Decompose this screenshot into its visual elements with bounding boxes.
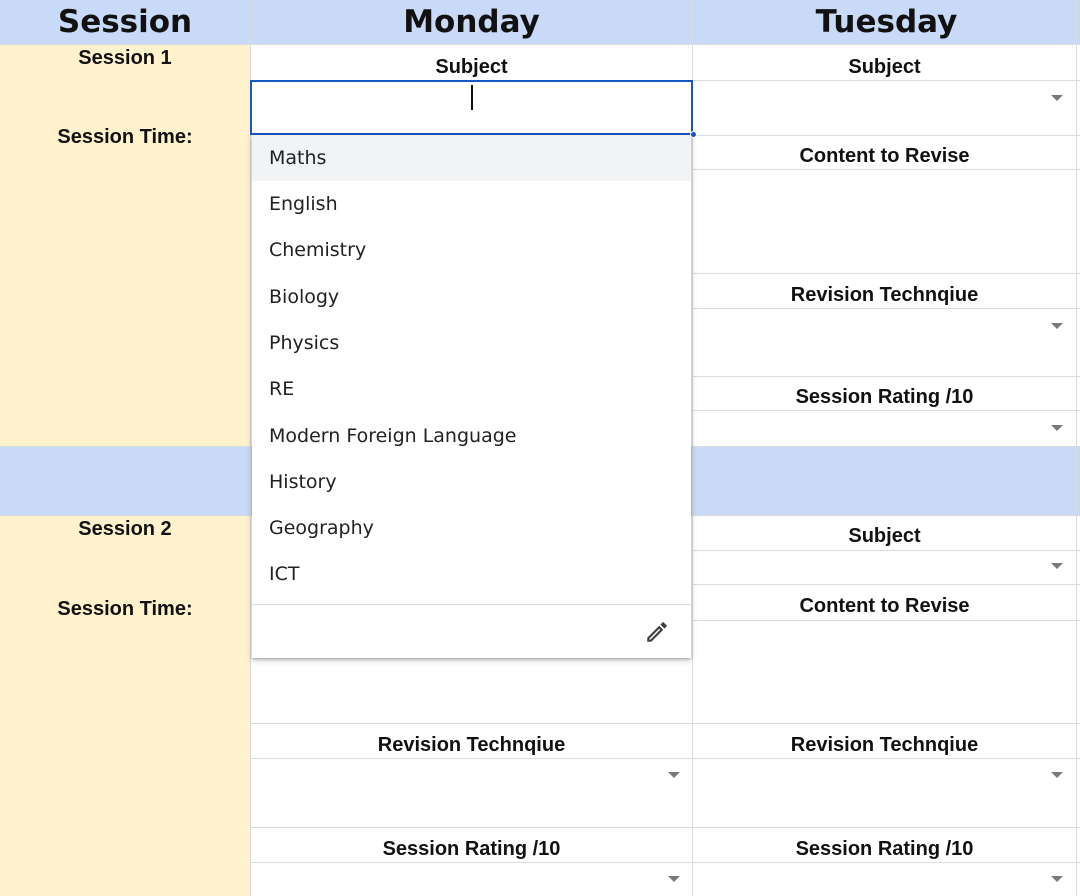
dropdown-option-biology[interactable]: Biology — [252, 274, 691, 320]
header-tuesday[interactable]: Tuesday — [693, 0, 1080, 44]
s2-monday-technique-dropdown[interactable] — [251, 759, 692, 827]
header-monday-text: Monday — [403, 4, 540, 40]
s1-tuesday-content-cell[interactable] — [693, 170, 1076, 273]
dropdown-option-re[interactable]: RE — [252, 366, 691, 412]
grid-line — [693, 584, 1080, 585]
session-2-time-label: Session Time: — [57, 598, 193, 620]
dropdown-divider — [252, 604, 691, 605]
s2-tuesday-subject-dropdown[interactable] — [693, 551, 1076, 584]
s1-tuesday-technique-dropdown[interactable] — [693, 309, 1076, 376]
session-column-2 — [0, 516, 250, 896]
dropdown-arrow-icon — [668, 772, 680, 778]
session-1-time-label: Session Time: — [57, 126, 193, 148]
s2-tuesday-technique-label: Revision Technqiue — [790, 734, 979, 756]
session-column-1 — [0, 44, 250, 446]
s2-tuesday-rating-label: Session Rating /10 — [795, 838, 974, 860]
dropdown-arrow-icon — [1051, 876, 1063, 882]
dropdown-option-physics[interactable]: Physics — [252, 320, 691, 366]
s1-monday-subject-label: Subject — [435, 56, 508, 78]
dropdown-option-geography[interactable]: Geography — [252, 505, 691, 551]
dropdown-arrow-icon — [1051, 95, 1063, 101]
dropdown-arrow-icon — [668, 876, 680, 882]
grid-line — [693, 273, 1080, 274]
s2-tuesday-technique-dropdown[interactable] — [693, 759, 1076, 827]
s1-tuesday-subject-label: Subject — [848, 56, 921, 78]
s1-tuesday-content-label: Content to Revise — [799, 145, 970, 167]
grid-line — [0, 44, 1080, 45]
header-session[interactable]: Session — [0, 0, 250, 44]
s2-tuesday-rating-dropdown[interactable] — [693, 863, 1076, 896]
grid-line — [251, 723, 1080, 724]
edit-dropdown-button[interactable] — [640, 615, 674, 649]
subject-dropdown-menu: Maths English Chemistry Biology Physics … — [252, 135, 691, 658]
grid-line — [693, 376, 1080, 377]
s1-tuesday-technique-label: Revision Technqiue — [790, 284, 979, 306]
s2-tuesday-subject-label: Subject — [848, 525, 921, 547]
dropdown-option-mfl[interactable]: Modern Foreign Language — [252, 413, 691, 459]
pencil-icon — [647, 622, 667, 642]
dropdown-option-ict[interactable]: ICT — [252, 551, 691, 597]
subject-input[interactable] — [250, 80, 693, 135]
dropdown-option-english[interactable]: English — [252, 181, 691, 227]
dropdown-option-maths[interactable]: Maths — [252, 135, 691, 181]
dropdown-option-chemistry[interactable]: Chemistry — [252, 227, 691, 273]
s2-tuesday-content-label: Content to Revise — [799, 595, 970, 617]
dropdown-option-history[interactable]: History — [252, 459, 691, 505]
fill-handle[interactable] — [690, 131, 697, 138]
dropdown-arrow-icon — [1051, 323, 1063, 329]
dropdown-arrow-icon — [1051, 425, 1063, 431]
header-tuesday-text: Tuesday — [815, 4, 958, 40]
s2-tuesday-content-cell[interactable] — [693, 621, 1076, 723]
header-session-text: Session — [57, 4, 193, 40]
grid-line — [251, 827, 1080, 828]
s1-tuesday-subject-dropdown[interactable] — [693, 81, 1076, 135]
dropdown-arrow-icon — [1051, 563, 1063, 569]
dropdown-arrow-icon — [1051, 772, 1063, 778]
s1-tuesday-rating-label: Session Rating /10 — [795, 386, 974, 408]
s2-monday-rating-label: Session Rating /10 — [382, 838, 561, 860]
session-2-name: Session 2 — [78, 518, 172, 540]
text-caret — [471, 85, 473, 110]
header-monday[interactable]: Monday — [251, 0, 692, 44]
s2-monday-rating-dropdown[interactable] — [251, 863, 692, 896]
s2-monday-technique-label: Revision Technqiue — [377, 734, 566, 756]
session-1-name: Session 1 — [78, 47, 172, 69]
s1-tuesday-rating-dropdown[interactable] — [693, 411, 1076, 446]
